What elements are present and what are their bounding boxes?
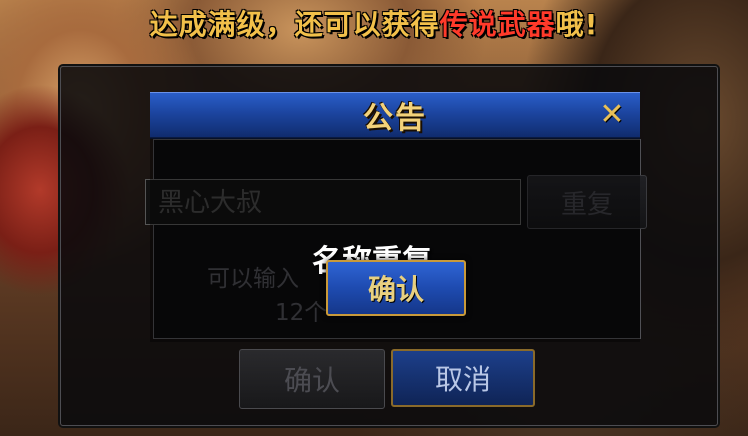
confirm-button[interactable]: 确认 xyxy=(239,349,385,409)
notice-titlebar: 公告 ✕ xyxy=(150,92,640,139)
promo-banner: 达成满级，还可以获得 传说武器 哦! xyxy=(0,0,748,46)
notice-title: 公告 xyxy=(363,101,427,136)
notice-confirm-button[interactable]: 确认 xyxy=(326,260,466,316)
close-icon[interactable]: ✕ xyxy=(596,99,628,131)
banner-suffix: 哦! xyxy=(555,8,599,41)
banner-highlight: 传说武器 xyxy=(439,8,556,41)
cancel-button[interactable]: 取消 xyxy=(391,349,535,407)
banner-text: 达成满级，还可以获得 xyxy=(149,8,440,41)
